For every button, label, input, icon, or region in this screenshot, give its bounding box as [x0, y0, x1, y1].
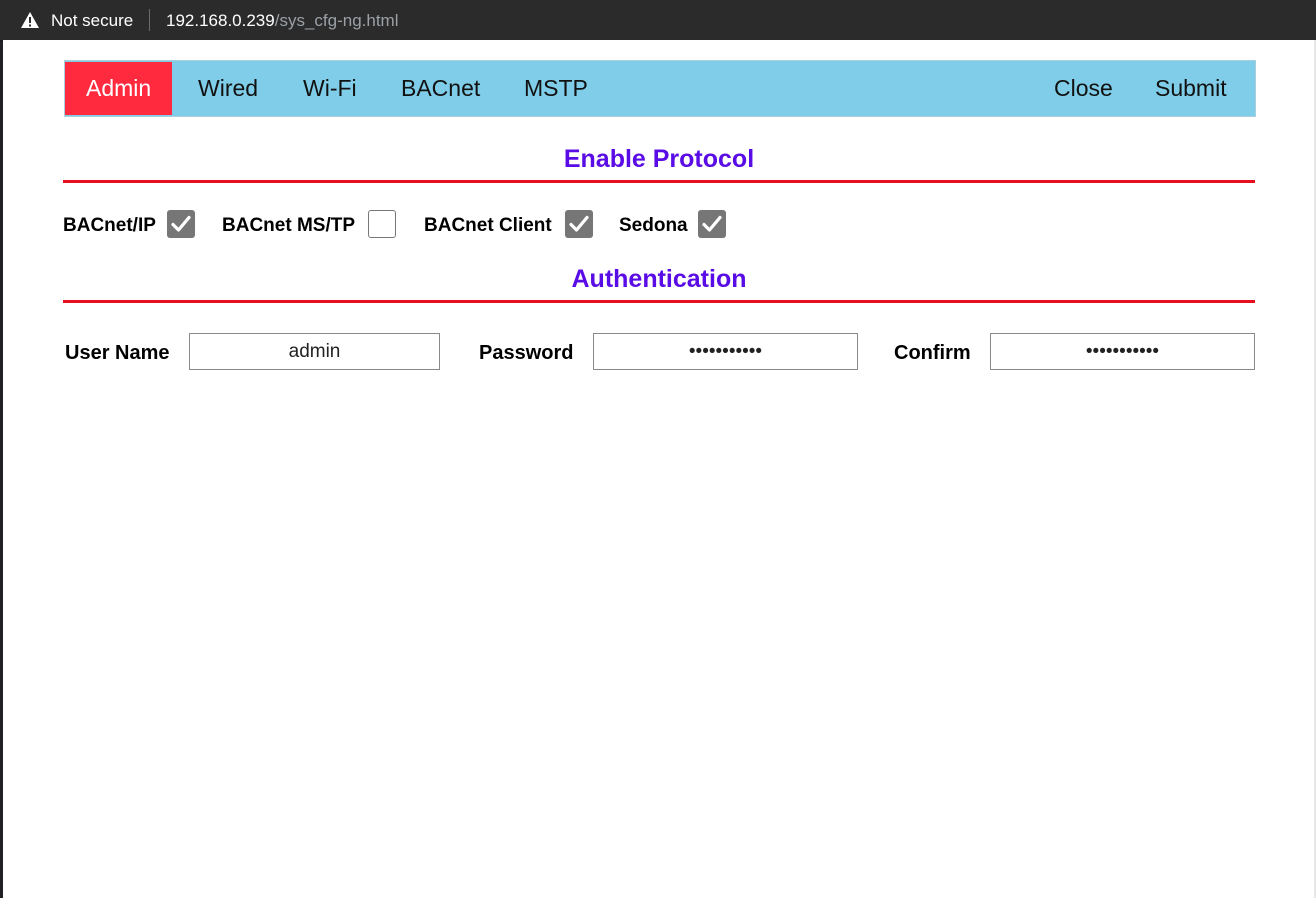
tab-bacnet[interactable]: BACnet [380, 62, 501, 115]
submit-button[interactable]: Submit [1134, 62, 1248, 115]
top-nav-bar: Admin Wired Wi-Fi BACnet MSTP Close Subm… [64, 60, 1256, 117]
bacnet-client-label: BACnet Client [424, 215, 552, 236]
checkmark-icon [702, 215, 722, 232]
warning-icon [21, 12, 39, 28]
tab-mstp[interactable]: MSTP [503, 62, 609, 115]
bacnet-ip-label: BACnet/IP [63, 215, 156, 236]
section-divider [63, 300, 1255, 303]
section-divider [63, 180, 1255, 183]
sedona-label: Sedona [619, 215, 688, 236]
bacnet-mstp-checkbox[interactable] [368, 210, 396, 238]
url-path: /sys_cfg-ng.html [274, 11, 399, 30]
url-separator [149, 9, 150, 31]
username-input[interactable] [189, 333, 440, 370]
tab-wired[interactable]: Wired [177, 62, 279, 115]
security-status[interactable]: Not secure [51, 11, 133, 31]
username-label: User Name [65, 342, 170, 364]
close-button[interactable]: Close [1033, 62, 1134, 115]
url-text[interactable]: 192.168.0.239/sys_cfg-ng.html [166, 11, 398, 31]
url-host: 192.168.0.239 [166, 11, 275, 30]
tab-admin[interactable]: Admin [65, 62, 173, 115]
authentication-title: Authentication [571, 265, 747, 293]
tab-wifi[interactable]: Wi-Fi [282, 62, 378, 115]
checkmark-icon [569, 215, 589, 232]
bacnet-mstp-label: BACnet MS/TP [222, 215, 355, 236]
confirm-label: Confirm [894, 342, 971, 364]
confirm-password-input[interactable] [990, 333, 1255, 370]
password-label: Password [479, 342, 574, 364]
enable-protocol-title: Enable Protocol [563, 145, 755, 173]
bacnet-client-checkbox[interactable] [565, 210, 593, 238]
checkmark-icon [171, 215, 191, 232]
password-input[interactable] [593, 333, 858, 370]
sedona-checkbox[interactable] [698, 210, 726, 238]
page-content: Admin Wired Wi-Fi BACnet MSTP Close Subm… [3, 40, 1316, 898]
bacnet-ip-checkbox[interactable] [167, 210, 195, 238]
browser-address-bar[interactable]: Not secure 192.168.0.239/sys_cfg-ng.html [0, 0, 1316, 41]
